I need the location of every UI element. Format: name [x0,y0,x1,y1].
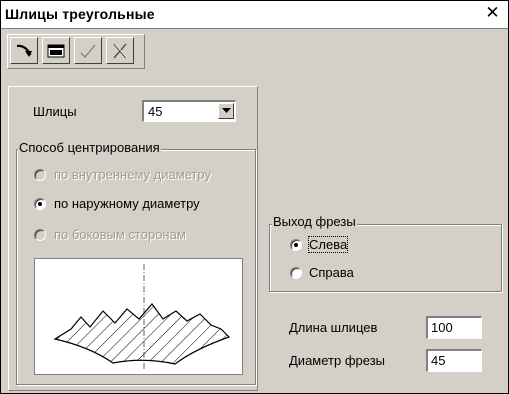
cutter-exit-legend: Выход фрезы [272,214,357,229]
dialog-window: Шлицы треугольные ✕ Шлицы 45 Способ цент… [0,0,509,394]
centering-legend: Способ центрирования [18,140,161,155]
close-icon[interactable]: ✕ [483,4,502,23]
table-icon [47,44,65,57]
pointer-curve-button[interactable] [10,37,38,64]
radio-outer-diameter-label: по наружному диаметру [54,196,200,211]
window-title: Шлицы треугольные [5,6,155,22]
radio-side-faces-label: по боковым сторонам [54,227,186,242]
radio-left-label: Слева [307,236,349,253]
splines-value: 45 [148,104,163,119]
radio-dot [294,243,298,247]
radio-inner-diameter[interactable] [34,169,46,181]
splines-label: Шлицы [33,104,77,119]
cutter-exit-group [269,224,502,292]
dropdown-button[interactable] [218,103,234,119]
radio-left[interactable] [290,239,302,251]
toolbar [7,34,145,69]
cancel-button[interactable] [106,37,134,64]
apply-button[interactable] [74,37,102,64]
length-label: Длина шлицев [289,320,378,335]
radio-right[interactable] [290,267,302,279]
cancel-x-icon [113,43,128,58]
spline-profile-drawing [53,264,231,369]
radio-dot [38,202,42,206]
chevron-down-icon [221,108,231,113]
radio-right-label: Справа [309,265,354,280]
length-input[interactable]: 100 [426,316,482,339]
radio-side-faces[interactable] [34,229,46,241]
title-bar[interactable]: Шлицы треугольные ✕ [1,1,508,29]
radio-outer-diameter[interactable] [34,198,46,210]
checkmark-icon [80,44,96,58]
diameter-input[interactable]: 45 [426,349,482,372]
spline-preview-image [34,258,243,375]
splines-combobox[interactable]: 45 [142,100,236,122]
diameter-label: Диаметр фрезы [289,353,386,368]
table-button[interactable] [42,37,70,64]
radio-inner-diameter-label: по внутреннему диаметру [54,167,212,182]
pointer-curve-icon [16,44,32,57]
